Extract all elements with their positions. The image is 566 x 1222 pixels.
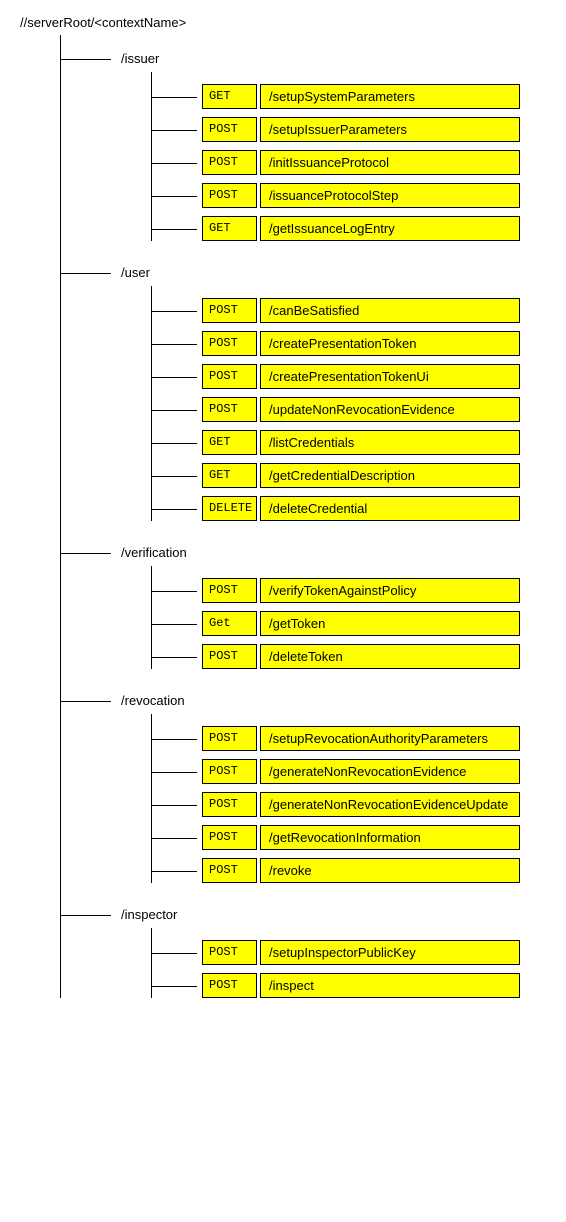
section-title: /verification (61, 539, 546, 566)
http-method: GET (202, 84, 257, 109)
endpoint-row: POST/setupRevocationAuthorityParameters (152, 726, 546, 751)
endpoint-path: /initIssuanceProtocol (260, 150, 520, 175)
endpoint-path: /updateNonRevocationEvidence (260, 397, 520, 422)
root-path: //serverRoot/<contextName> (20, 10, 546, 35)
endpoint-row: POST/createPresentationTokenUi (152, 364, 546, 389)
endpoint-path: /createPresentationTokenUi (260, 364, 520, 389)
section: /userPOST/canBeSatisfiedPOST/createPrese… (61, 259, 546, 521)
endpoint-path: /getToken (260, 611, 520, 636)
endpoint-path: /generateNonRevocationEvidence (260, 759, 520, 784)
http-method: POST (202, 825, 257, 850)
http-method: POST (202, 298, 257, 323)
endpoint-path: /deleteToken (260, 644, 520, 669)
http-method: POST (202, 644, 257, 669)
endpoint-row: POST/issuanceProtocolStep (152, 183, 546, 208)
section-title: /revocation (61, 687, 546, 714)
http-method: POST (202, 397, 257, 422)
endpoint-path: /verifyTokenAgainstPolicy (260, 578, 520, 603)
endpoint-list: POST/verifyTokenAgainstPolicyGet/getToke… (151, 566, 546, 669)
endpoint-path: /canBeSatisfied (260, 298, 520, 323)
endpoint-row: POST/getRevocationInformation (152, 825, 546, 850)
endpoint-row: GET/listCredentials (152, 430, 546, 455)
endpoint-row: POST/generateNonRevocationEvidence (152, 759, 546, 784)
endpoint-path: /getRevocationInformation (260, 825, 520, 850)
endpoint-row: POST/inspect (152, 973, 546, 998)
endpoint-path: /getCredentialDescription (260, 463, 520, 488)
endpoint-path: /listCredentials (260, 430, 520, 455)
api-tree: /issuerGET/setupSystemParametersPOST/set… (60, 35, 546, 998)
http-method: Get (202, 611, 257, 636)
endpoint-path: /inspect (260, 973, 520, 998)
endpoint-path: /deleteCredential (260, 496, 520, 521)
endpoint-path: /issuanceProtocolStep (260, 183, 520, 208)
endpoint-path: /revoke (260, 858, 520, 883)
endpoint-row: DELETE/deleteCredential (152, 496, 546, 521)
http-method: POST (202, 578, 257, 603)
endpoint-row: POST/deleteToken (152, 644, 546, 669)
http-method: POST (202, 759, 257, 784)
section-title: /inspector (61, 901, 546, 928)
endpoint-path: /getIssuanceLogEntry (260, 216, 520, 241)
http-method: POST (202, 150, 257, 175)
http-method: POST (202, 858, 257, 883)
http-method: POST (202, 792, 257, 817)
endpoint-path: /setupRevocationAuthorityParameters (260, 726, 520, 751)
endpoint-row: POST/canBeSatisfied (152, 298, 546, 323)
endpoint-path: /setupSystemParameters (260, 84, 520, 109)
endpoint-list: POST/setupRevocationAuthorityParametersP… (151, 714, 546, 883)
section-title: /issuer (61, 45, 546, 72)
endpoint-path: /generateNonRevocationEvidenceUpdate (260, 792, 520, 817)
http-method: POST (202, 117, 257, 142)
section: /issuerGET/setupSystemParametersPOST/set… (61, 45, 546, 241)
section: /revocationPOST/setupRevocationAuthority… (61, 687, 546, 883)
endpoint-row: GET/getCredentialDescription (152, 463, 546, 488)
endpoint-row: Get/getToken (152, 611, 546, 636)
endpoint-row: GET/setupSystemParameters (152, 84, 546, 109)
endpoint-row: POST/setupIssuerParameters (152, 117, 546, 142)
endpoint-row: POST/verifyTokenAgainstPolicy (152, 578, 546, 603)
endpoint-path: /createPresentationToken (260, 331, 520, 356)
http-method: POST (202, 364, 257, 389)
endpoint-row: POST/updateNonRevocationEvidence (152, 397, 546, 422)
http-method: POST (202, 331, 257, 356)
http-method: POST (202, 973, 257, 998)
section-title: /user (61, 259, 546, 286)
http-method: POST (202, 726, 257, 751)
http-method: DELETE (202, 496, 257, 521)
endpoint-list: POST/canBeSatisfiedPOST/createPresentati… (151, 286, 546, 521)
endpoint-row: POST/createPresentationToken (152, 331, 546, 356)
endpoint-path: /setupIssuerParameters (260, 117, 520, 142)
endpoint-row: POST/revoke (152, 858, 546, 883)
endpoint-list: GET/setupSystemParametersPOST/setupIssue… (151, 72, 546, 241)
endpoint-list: POST/setupInspectorPublicKeyPOST/inspect (151, 928, 546, 998)
http-method: POST (202, 940, 257, 965)
section: /inspectorPOST/setupInspectorPublicKeyPO… (61, 901, 546, 998)
section: /verification POST/verifyTokenAgainstPoli… (61, 539, 546, 669)
http-method: GET (202, 216, 257, 241)
http-method: GET (202, 463, 257, 488)
endpoint-path: /setupInspectorPublicKey (260, 940, 520, 965)
endpoint-row: POST/generateNonRevocationEvidenceUpdate (152, 792, 546, 817)
endpoint-row: POST/initIssuanceProtocol (152, 150, 546, 175)
endpoint-row: GET/getIssuanceLogEntry (152, 216, 546, 241)
http-method: GET (202, 430, 257, 455)
http-method: POST (202, 183, 257, 208)
endpoint-row: POST/setupInspectorPublicKey (152, 940, 546, 965)
